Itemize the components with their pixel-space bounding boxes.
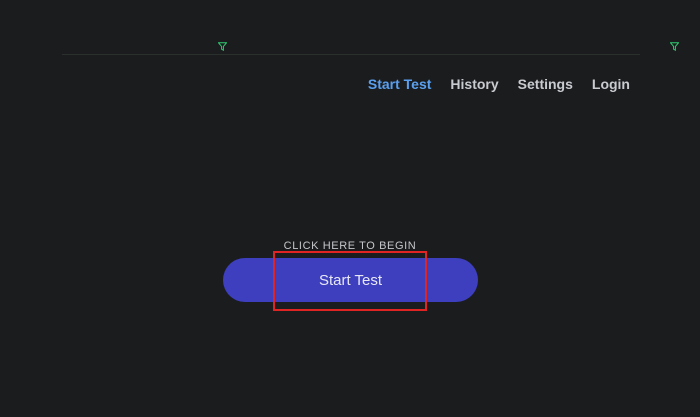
start-test-button-label: Start Test [318,271,383,289]
filter-icon[interactable] [218,42,227,51]
nav-item-history[interactable]: History [450,76,498,92]
start-test-button[interactable]: Start Test [223,258,478,302]
nav-item-login[interactable]: Login [592,76,630,92]
nav-item-settings[interactable]: Settings [518,76,573,92]
begin-prompt: CLICK HERE TO BEGIN [283,240,417,252]
filter-icon[interactable] [670,42,679,51]
header-divider [62,54,640,55]
top-nav: Start Test History Settings Login [368,76,630,92]
nav-item-start-test[interactable]: Start Test [368,76,432,92]
